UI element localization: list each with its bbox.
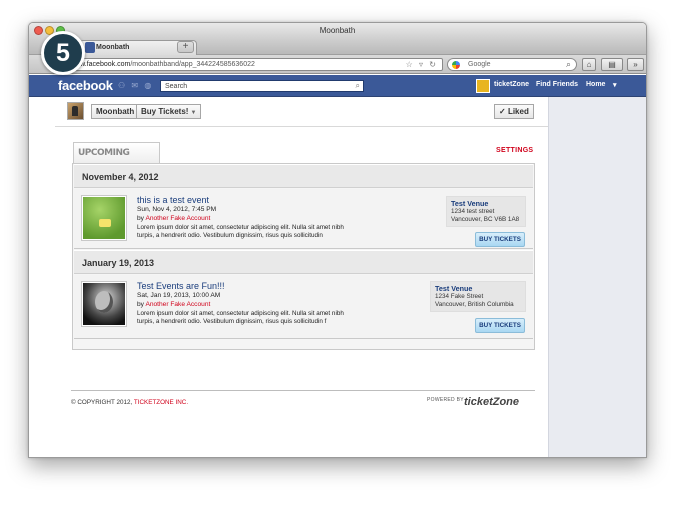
ticketzone-logo[interactable]: ticketZone [464,396,519,408]
by-prefix: by [137,215,144,222]
reader-icon[interactable]: » [627,58,644,71]
event-image[interactable] [81,281,127,327]
browser-window: Moonbath Moonbath + www.facebook.com/moo… [28,22,647,458]
account-menu-chevron-icon[interactable]: ▾ [613,81,617,89]
venue-city: Vancouver, BC V6B 1A8 [451,216,520,223]
tab-bar: Moonbath + [29,39,646,55]
home-link[interactable]: Home [586,81,605,88]
event-title-link[interactable]: Test Events are Fun!!! [137,281,225,291]
url-bar[interactable]: www.facebook.com/moonbathband/app_344224… [65,58,443,71]
buy-tickets-tab-label: Buy Tickets! [141,107,189,116]
event-organizer: by Another Fake Account [137,215,210,222]
notification-jewels-icon[interactable]: ⚇ ✉ ◍ [118,81,153,90]
browser-search-placeholder: Google [468,61,491,68]
venue-city: Vancouver, British Columbia [435,301,514,308]
buy-tickets-tab-button[interactable]: Buy Tickets! ▼ [136,104,202,119]
venue-address: 1234 Fake Street [435,293,484,300]
venue-name-link[interactable]: Test Venue [451,199,521,208]
chevron-down-icon: ▼ [190,110,197,116]
venue-name-link[interactable]: Test Venue [435,284,521,293]
venue-address: 1234 test street [451,208,495,215]
page-header: Moonbath Buy Tickets! ▼ ✓ Liked [55,97,548,127]
copyright-text: © COPYRIGHT 2012, TICKETZONE INC. [71,399,188,406]
venue-box: Test Venue 1234 Fake Street Vancouver, B… [430,281,526,312]
home-icon[interactable]: ⌂ [582,58,596,71]
date-header: January 19, 2013 [74,250,533,274]
list-item: this is a test event Sun, Nov 4, 2012, 7… [74,189,533,249]
url-path: /moonbathband/app_344224585636022 [130,61,255,68]
event-organizer: by Another Fake Account [137,301,210,308]
search-icon[interactable]: ⌕ [566,58,571,70]
settings-link[interactable]: SETTINGS [496,147,533,154]
venue-box: Test Venue 1234 test street Vancouver, B… [446,196,526,227]
window-title: Moonbath [319,26,356,35]
copyright-prefix: © COPYRIGHT 2012, [71,399,133,406]
close-window-button[interactable] [34,26,43,35]
check-icon: ✓ [499,107,506,116]
avatar[interactable] [476,79,490,93]
search-icon[interactable]: ⌕ [356,80,360,91]
page-thumbnail[interactable] [67,102,84,120]
ticketzone-inc-link[interactable]: TICKETZONE INC. [134,399,188,406]
navigation-bar: www.facebook.com/moonbathband/app_344224… [29,55,646,74]
list-item: Test Events are Fun!!! Sat, Jan 19, 2013… [74,275,533,339]
facebook-logo[interactable]: facebook [58,78,113,93]
tab-upcoming-events[interactable]: UPCOMING EVENTS [73,142,160,179]
event-description: Lorem ipsum dolor sit amet, consectetur … [137,224,344,240]
buy-tickets-button[interactable]: BUY TICKETS [475,232,525,247]
event-image[interactable] [81,195,127,241]
facebook-search-input[interactable]: Search ⌕ [160,80,364,92]
event-description: Lorem ipsum dolor sit amet, consectetur … [137,310,344,326]
app-footer: © COPYRIGHT 2012, TICKETZONE INC. POWERE… [71,390,535,410]
facebook-top-bar: facebook ⚇ ✉ ◍ Search ⌕ ticketZone Find … [29,75,646,97]
event-datetime: Sun, Nov 4, 2012, 7:45 PM [137,206,217,213]
powered-by-label: POWERED BY [427,397,464,403]
browser-search-input[interactable]: Google ⌕ [447,58,577,71]
organizer-link[interactable]: Another Fake Account [145,301,210,308]
title-bar: Moonbath [29,23,646,39]
by-prefix: by [137,301,144,308]
star-icon[interactable]: ☆ ▿ ↻ [406,59,438,71]
facebook-favicon-icon [85,42,95,53]
page-name-button[interactable]: Moonbath [91,104,140,119]
events-list: November 4, 2012 this is a test event Su… [72,163,535,350]
find-friends-link[interactable]: Find Friends [536,81,578,88]
facebook-search-placeholder: Search [165,83,188,90]
organizer-link[interactable]: Another Fake Account [145,215,210,222]
google-icon [452,61,460,69]
liked-button[interactable]: ✓ Liked [494,104,534,119]
profile-link[interactable]: ticketZone [494,81,529,88]
sidebar-toggle-icon[interactable]: ▤ [601,58,623,71]
buy-tickets-button[interactable]: BUY TICKETS [475,318,525,333]
liked-label: Liked [507,107,529,116]
event-datetime: Sat, Jan 19, 2013, 10:00 AM [137,292,221,299]
new-tab-button[interactable]: + [177,41,194,53]
event-title-link[interactable]: this is a test event [137,195,209,205]
date-header: November 4, 2012 [74,164,533,188]
right-column [548,97,646,457]
step-number-badge: 5 [41,31,85,75]
